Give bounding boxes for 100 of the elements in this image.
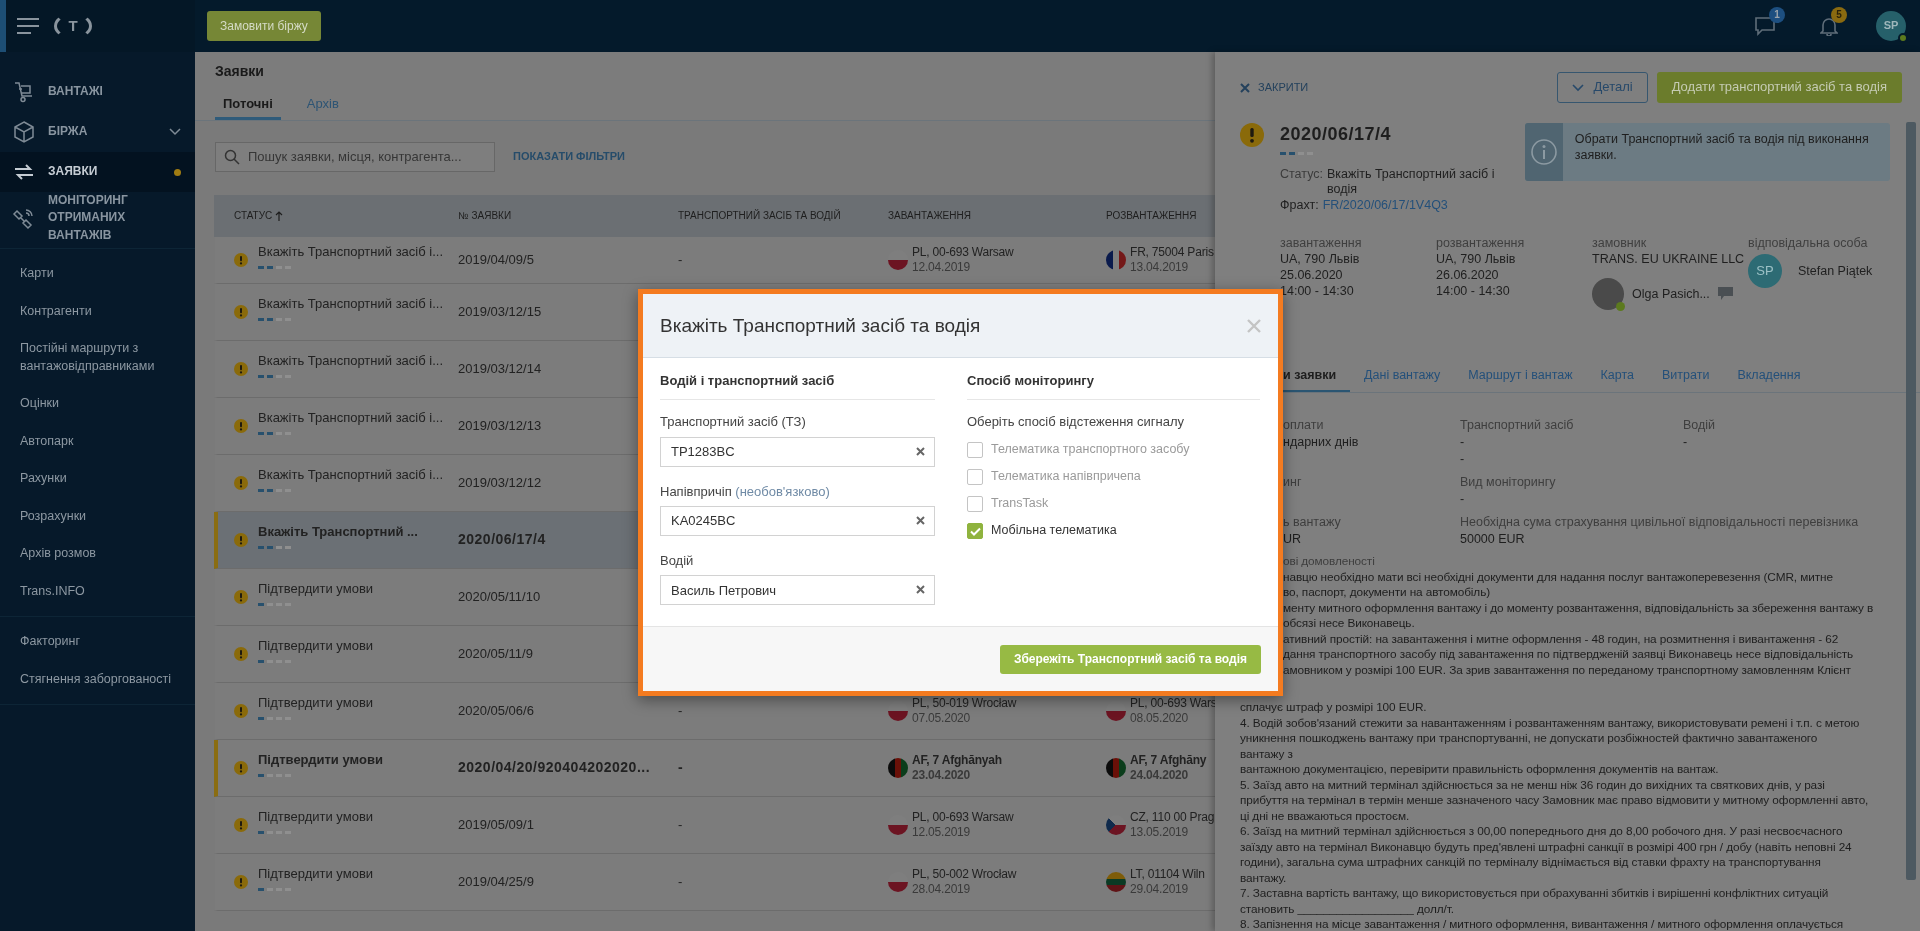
menu-icon[interactable] [16, 17, 40, 35]
field-label: Фрахт: [1280, 198, 1319, 214]
field-value: ндарних днів [1283, 434, 1360, 452]
user-avatar[interactable]: SP [1876, 11, 1906, 41]
filters-link[interactable]: ПОКАЗАТИ ФІЛЬТРИ [513, 149, 625, 164]
details-button[interactable]: Деталі [1556, 72, 1648, 103]
nav-item[interactable]: ЗАЯВКИ [0, 152, 195, 192]
close-icon [1240, 82, 1250, 93]
table-row[interactable]: Вкажіть Транспортний засіб і... 2019/04/09/5 - PL, 00-693 Warsaw 12.04.2019 FR, 75004 Paris 13.04.2019 [214, 236, 1215, 284]
nav-link[interactable]: Карти [0, 255, 195, 293]
nav-link[interactable]: Оцінки [0, 385, 195, 423]
field-value: 50000 EUR [1460, 531, 1526, 549]
column-header[interactable]: РОЗВАНТАЖЕННЯ [1106, 209, 1197, 222]
table-cell-text: 13.05.2019 [1130, 824, 1190, 840]
field-label: Водій [660, 552, 695, 569]
logo[interactable]: T [54, 13, 92, 39]
table-cell: Вкажіть Транспортний засіб і... [258, 466, 443, 483]
table-cell: LT, 01104 Wiln [1130, 866, 1205, 882]
checkbox[interactable] [967, 523, 983, 539]
field-label: оплати [1283, 417, 1325, 435]
nav-link[interactable]: Контрагенти [0, 292, 195, 331]
bell-icon[interactable] [1820, 16, 1838, 36]
column-header[interactable]: ТРАНСПОРТНИЙ ЗАСІБ ТА ВОДІЙ [678, 209, 841, 222]
terms-text-line: 8. Запізнення на місце завантаження / митного оформлення, вивантаження / митного оформлення оплачується [1240, 917, 1845, 931]
table-cell: PL, 00-693 Warsaw [912, 809, 1014, 825]
input-field[interactable]: Василь Петрович [660, 575, 935, 605]
tab[interactable]: Поточні [215, 95, 281, 120]
chat-icon[interactable] [1717, 287, 1733, 301]
terms-text-line: обсязі несе Виконавець. [1282, 616, 1416, 632]
terms-text-line: вантажу з [1240, 746, 1294, 763]
table-cell: 2020/05/11/9 [458, 645, 533, 661]
field-label: инг [1283, 474, 1303, 492]
field-value: 25.06.2020 [1280, 266, 1344, 283]
nav-item[interactable]: МОНІТОРИНГ ОТРИМАНИХ ВАНТАЖІВ [0, 192, 195, 245]
nav-link[interactable]: Автопарк [0, 422, 195, 461]
field-value: 14:00 - 14:30 [1436, 282, 1511, 299]
field-value: UR [1283, 531, 1303, 549]
nav-link[interactable]: Розрахунки [0, 497, 195, 536]
add-vehicle-button[interactable]: Додати транспортний засіб та водія [1656, 72, 1902, 103]
chevron-icon [1571, 83, 1584, 92]
table-cell-text: 07.05.2020 [912, 710, 972, 726]
clear-icon[interactable] [916, 585, 925, 594]
nav-link[interactable]: Рахунки [0, 460, 195, 498]
checkbox[interactable] [967, 496, 983, 512]
warning-icon [234, 646, 248, 661]
table-row[interactable]: Підтвердити умови 2019/05/09/1 - PL, 00-693 Warsaw 12.05.2019 CZ, 110 00 Prag 13.05.2019 [214, 796, 1215, 854]
satellite-icon [12, 206, 36, 231]
field-value: UA, 790 Львів [1436, 250, 1517, 267]
chat-icon[interactable] [1754, 16, 1776, 36]
order-button[interactable]: Замовити біржу [207, 11, 321, 41]
table-cell: 2019/03/12/14 [458, 360, 542, 376]
tab[interactable]: Витрати [1648, 361, 1724, 393]
tab[interactable]: Дані вантажу [1350, 361, 1455, 393]
nav-link[interactable]: Постійні маршрути з вантажовідправниками [0, 330, 195, 386]
terms-text-line: прибуття на термінал в термін менше зазначеного часу Замовник має право відмовити у митному оформленні авто, [1240, 793, 1870, 809]
freight-link[interactable]: FR/2020/06/17/1V4Q3 [1322, 198, 1448, 214]
column-header[interactable]: № ЗАЯВКИ [458, 209, 512, 222]
warning-icon [234, 817, 248, 832]
checkbox[interactable] [967, 442, 983, 458]
nav-link[interactable]: Стягнення заборгованості [0, 660, 195, 699]
nav-link[interactable]: Trans.INFO [0, 572, 195, 611]
clear-icon[interactable] [916, 515, 925, 525]
prompt-text: Оберіть спосіб відстеження сигналу [967, 414, 1186, 431]
table-cell: 2019/03/12/13 [458, 417, 542, 433]
input-field[interactable]: KA0245BC [660, 505, 935, 536]
tab[interactable]: Вкладення [1723, 361, 1815, 393]
tab[interactable]: Карта [1586, 361, 1648, 393]
field-value: - [1683, 434, 1689, 452]
warning-icon [234, 532, 248, 547]
save-button[interactable]: Збережіть Транспортний засіб та водія [999, 644, 1261, 674]
table-row[interactable]: Підтвердити умови 2019/04/25/9 - PL, 50-002 Wrocław 28.04.2019 LT, 01104 Wiln 29.04.2019 [214, 853, 1215, 911]
scrollbar[interactable] [1906, 122, 1916, 880]
close-link[interactable]: ЗАКРИТИ [1240, 80, 1309, 95]
table-cell: Вкажіть Транспортний засіб і... [258, 243, 443, 260]
nav-link[interactable]: Архів розмов [0, 535, 195, 573]
nav-item[interactable]: ВАНТАЖІ [0, 72, 195, 112]
column-header[interactable]: СТАТУС [234, 209, 273, 222]
input-field[interactable]: TP1283BC [660, 436, 935, 467]
clear-icon[interactable] [916, 446, 925, 456]
terms-text-line: 6. Заїзд на митний термінал здійснюється з 00,00 попереднього дня до 8,00 робочого дня. У разі несвоєчасного [1240, 824, 1844, 840]
nav-link[interactable]: Факторинг [0, 623, 195, 661]
field-value: - [1460, 491, 1466, 509]
table-cell: 2019/04/09/5 [458, 251, 534, 267]
search-field[interactable]: Пошук заявки, місця, контрагента... [215, 141, 495, 172]
table-cell: 2019/03/12/12 [458, 474, 542, 490]
table-cell: Вкажіть Транспортний засіб і... [258, 409, 443, 426]
order-number: 2020/06/17/4 [1280, 123, 1393, 146]
close-icon[interactable] [1247, 318, 1261, 333]
flag-icon [1106, 871, 1126, 892]
table-cell: 2020/04/20/920404202020... [458, 759, 651, 775]
checkbox-label: TransTask [991, 496, 1049, 512]
info-icon [1530, 138, 1558, 166]
table-cell-text: 12.05.2019 [912, 824, 972, 840]
field-label: Статус: [1280, 166, 1323, 183]
checkbox[interactable] [967, 469, 983, 485]
column-header[interactable]: ЗАВАНТАЖЕННЯ [888, 209, 971, 222]
warning-icon [234, 760, 248, 775]
tab[interactable]: Маршрут і вантаж [1454, 361, 1587, 393]
contact-name: Olga Pasich... [1632, 285, 1710, 302]
nav-item[interactable]: БІРЖА [0, 112, 195, 152]
